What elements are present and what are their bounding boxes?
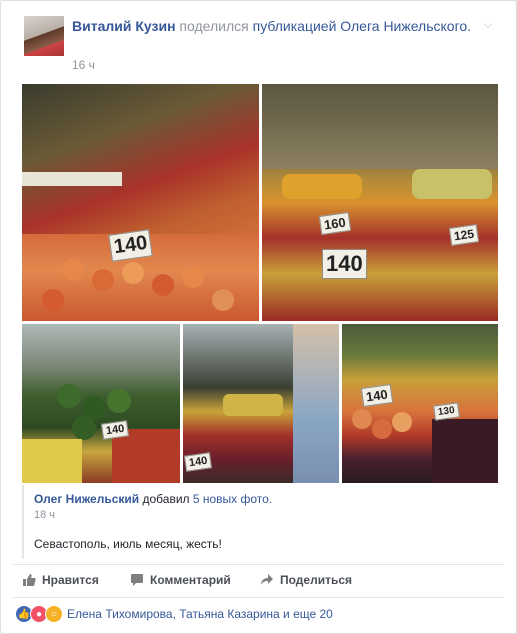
- post-header: Виталий Кузин поделился публикацией Олег…: [72, 17, 472, 36]
- photo-4[interactable]: 140: [183, 324, 339, 483]
- action-bar: Нравится Комментарий Поделиться: [22, 571, 498, 589]
- comment-icon: [131, 574, 143, 586]
- shared-text: поделился: [179, 18, 249, 34]
- shared-timestamp[interactable]: 18 ч: [34, 509, 55, 521]
- photo-3[interactable]: 140: [22, 324, 180, 483]
- price-label: 140: [360, 384, 393, 407]
- share-label: Поделиться: [280, 573, 353, 587]
- share-button[interactable]: Поделиться: [260, 571, 352, 589]
- wow-reaction-icon: ○: [45, 605, 63, 623]
- comment-label: Комментарий: [150, 573, 231, 587]
- post-timestamp[interactable]: 16 ч: [72, 58, 95, 72]
- reactions-summary[interactable]: 👍 ● ○ Елена Тихомирова, Татьяна Казарина…: [15, 605, 333, 623]
- shared-post-text: Севастополь, июль месяц, жесть!: [34, 537, 222, 551]
- added-text: добавил: [142, 492, 190, 506]
- avatar[interactable]: [24, 16, 64, 56]
- price-label: 140: [184, 452, 213, 472]
- thumbs-up-icon: [23, 574, 36, 586]
- like-button[interactable]: Нравится: [22, 571, 99, 589]
- price-label: 140: [322, 249, 367, 279]
- reaction-names[interactable]: Елена Тихомирова, Татьяна Казарина и еще…: [67, 607, 333, 621]
- post-card: Виталий Кузин поделился публикацией Олег…: [0, 0, 517, 634]
- comment-button[interactable]: Комментарий: [130, 571, 231, 589]
- price-label: 125: [448, 224, 480, 246]
- price-label: 140: [108, 229, 154, 262]
- photo-1[interactable]: 140: [22, 84, 259, 321]
- new-photos-link[interactable]: 5 новых фото.: [193, 492, 272, 506]
- shared-post-header: Олег Нижельский добавил 5 новых фото.: [34, 492, 272, 506]
- author-name[interactable]: Виталий Кузин: [72, 18, 176, 34]
- divider: [13, 564, 504, 565]
- divider: [13, 597, 504, 598]
- price-label: 160: [318, 212, 351, 235]
- chevron-down-icon[interactable]: ⌵: [481, 17, 495, 31]
- like-label: Нравится: [42, 573, 99, 587]
- photo-5[interactable]: 140 130: [342, 324, 498, 483]
- photo-2[interactable]: 140 160 125: [262, 84, 498, 321]
- share-icon: [261, 574, 273, 585]
- photo-grid: 140 140 160 125 140 140 140 130: [22, 84, 498, 483]
- publication-link[interactable]: публикацией Олега Нижельского.: [253, 18, 471, 34]
- shared-author-name[interactable]: Олег Нижельский: [34, 492, 139, 506]
- price-label: 130: [433, 402, 460, 421]
